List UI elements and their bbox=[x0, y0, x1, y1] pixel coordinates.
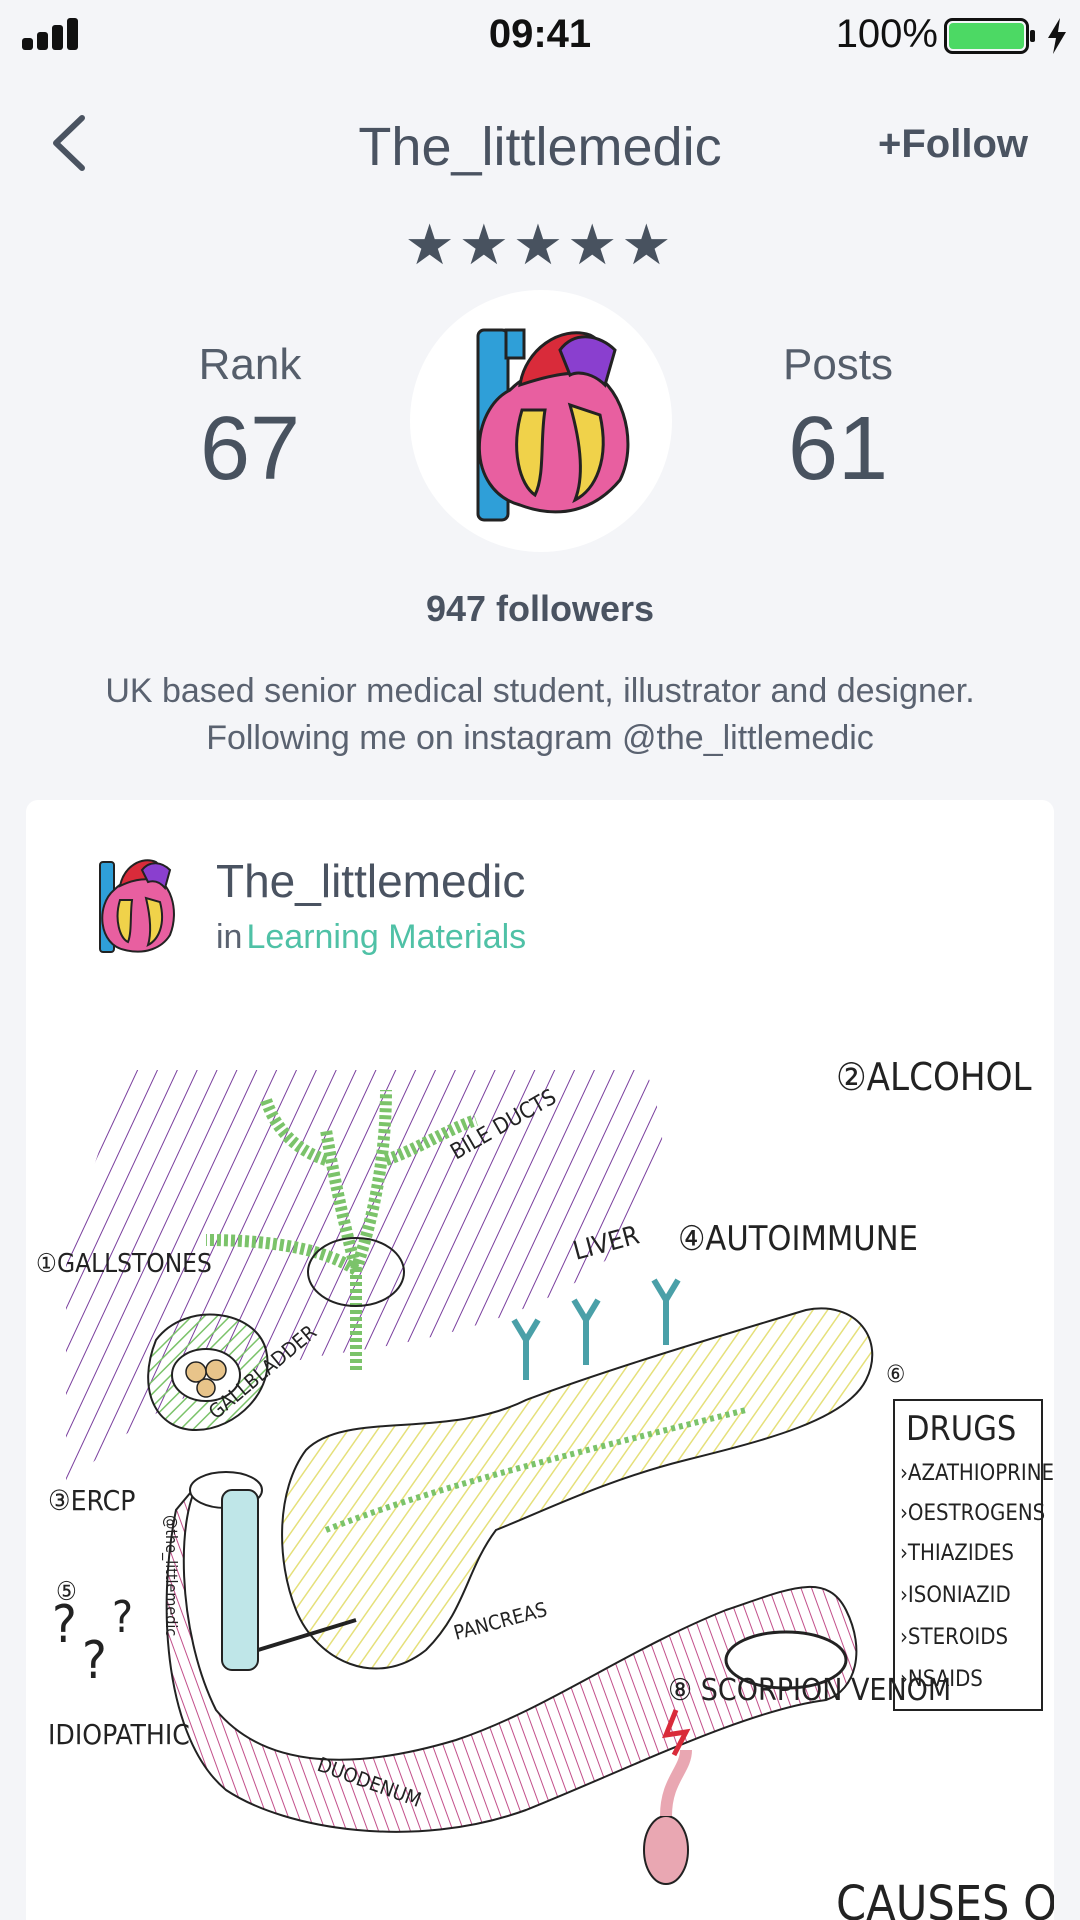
post-author-name[interactable]: The_littlemedic bbox=[216, 854, 525, 908]
post-card[interactable]: The_littlemedic in Learning Materials ②A… bbox=[26, 800, 1054, 1920]
posts-value: 61 bbox=[787, 399, 889, 499]
status-bar: 09:41 100% bbox=[0, 0, 1080, 70]
question-marks-icon-3: ? bbox=[112, 1592, 133, 1643]
drugs-title: DRUGS bbox=[906, 1409, 1016, 1449]
drug-item: ›OESTROGENS bbox=[900, 1501, 1045, 1526]
rank-label: Rank bbox=[198, 340, 302, 389]
label-idiopathic: IDIOPATHIC bbox=[48, 1718, 190, 1751]
posts-stat: Posts 61 bbox=[728, 340, 948, 501]
illustration-banner: CAUSES OF bbox=[836, 1876, 1054, 1920]
post-category-line: in Learning Materials bbox=[216, 918, 526, 957]
label-gallstones: ①GALLSTONES bbox=[36, 1249, 212, 1279]
label-pancreas: PANCREAS bbox=[451, 1597, 549, 1645]
watermark-handle: @the_littlemedic bbox=[161, 1515, 181, 1636]
battery-percent: 100% bbox=[835, 12, 938, 56]
post-in-label: in bbox=[216, 918, 243, 956]
profile-bio: UK based senior medical student, illustr… bbox=[105, 672, 975, 757]
profile-header: The_littlemedic +Follow bbox=[0, 100, 1080, 190]
question-marks-icon-2: ? bbox=[82, 1631, 107, 1691]
post-author-avatar[interactable] bbox=[90, 850, 190, 960]
question-marks-icon: ? bbox=[52, 1595, 77, 1655]
charging-icon bbox=[1048, 18, 1066, 54]
label-6: ⑥ bbox=[886, 1360, 905, 1388]
rank-stat: Rank 67 bbox=[140, 340, 360, 501]
rank-value: 67 bbox=[199, 399, 301, 499]
battery-icon bbox=[944, 18, 1035, 54]
drug-item: ›AZATHIOPRINE bbox=[900, 1461, 1054, 1486]
drug-item: ›THIAZIDES bbox=[900, 1541, 1014, 1566]
label-autoimmune: ④AUTOIMMUNE bbox=[678, 1219, 918, 1259]
heart-icon bbox=[476, 328, 630, 522]
post-illustration[interactable]: ②ALCOHOL ①GALLSTONES ③ERCP ④AUTOIMMUNE ⑤… bbox=[26, 1010, 1054, 1920]
label-alcohol: ②ALCOHOL bbox=[836, 1055, 1032, 1099]
drug-item: ›ISONIAZID bbox=[900, 1583, 1011, 1608]
profile-avatar[interactable] bbox=[410, 290, 672, 552]
drug-item: ›STEROIDS bbox=[900, 1625, 1008, 1650]
rating-stars: ★★★★★ bbox=[404, 213, 676, 276]
drug-item: ›NSAIDS bbox=[900, 1667, 983, 1692]
post-category-link[interactable]: Learning Materials bbox=[246, 918, 526, 956]
follow-button[interactable]: +Follow bbox=[878, 122, 1028, 167]
posts-label: Posts bbox=[782, 340, 894, 389]
label-ercp: ③ERCP bbox=[48, 1484, 135, 1517]
followers-count[interactable]: 947 followers bbox=[0, 588, 1080, 630]
